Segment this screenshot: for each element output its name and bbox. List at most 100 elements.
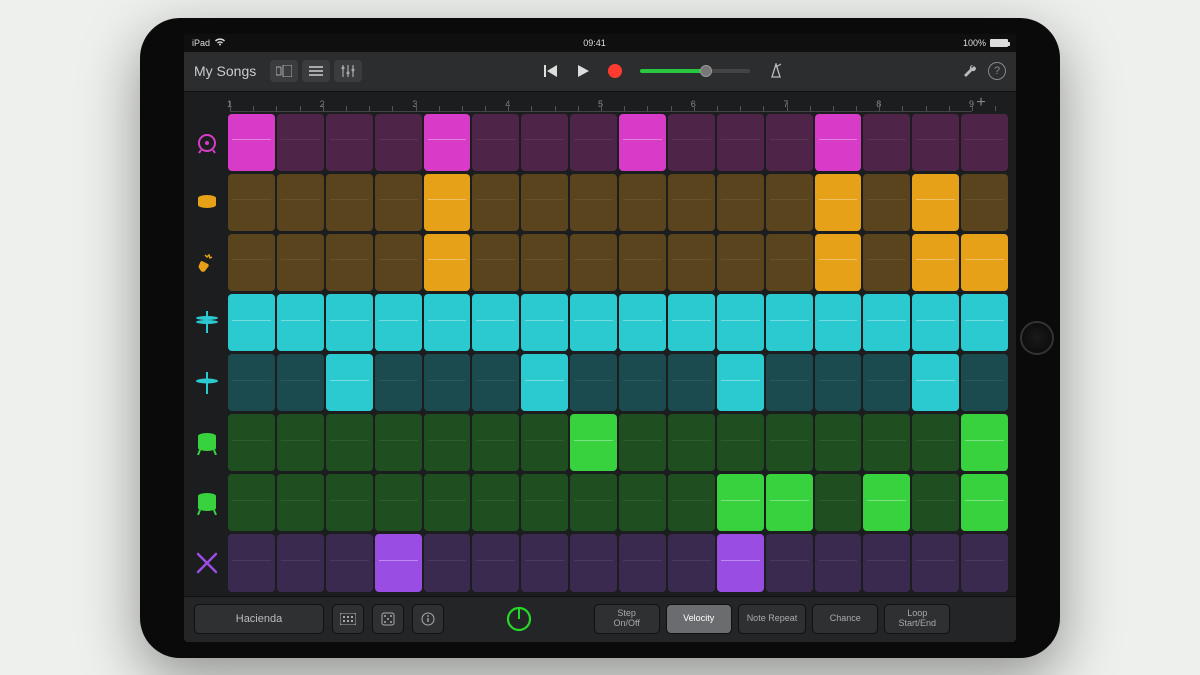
my-songs-button[interactable]: My Songs — [194, 63, 256, 79]
step-cell[interactable] — [863, 474, 910, 531]
step-cell[interactable] — [326, 534, 373, 591]
step-cell[interactable] — [766, 234, 813, 291]
step-cell[interactable] — [277, 234, 324, 291]
step-cell[interactable] — [815, 174, 862, 231]
mode-chance-button[interactable]: Chance — [812, 604, 878, 634]
mixer-button[interactable] — [334, 60, 362, 82]
step-cell[interactable] — [424, 294, 471, 351]
step-cell[interactable] — [668, 174, 715, 231]
step-cell[interactable] — [863, 114, 910, 171]
step-cell[interactable] — [424, 414, 471, 471]
step-cell[interactable] — [375, 414, 422, 471]
power-button[interactable] — [502, 602, 536, 636]
step-cell[interactable] — [424, 234, 471, 291]
step-cell[interactable] — [961, 414, 1008, 471]
step-cell[interactable] — [766, 174, 813, 231]
info-button[interactable] — [412, 604, 444, 634]
step-cell[interactable] — [668, 534, 715, 591]
step-cell[interactable] — [570, 354, 617, 411]
step-cell[interactable] — [619, 174, 666, 231]
mode-step-button[interactable]: StepOn/Off — [594, 604, 660, 634]
step-cell[interactable] — [619, 354, 666, 411]
step-cell[interactable] — [228, 354, 275, 411]
step-cell[interactable] — [815, 534, 862, 591]
step-cell[interactable] — [766, 414, 813, 471]
openhat-icon[interactable] — [188, 354, 226, 411]
sticks-icon[interactable] — [188, 534, 226, 591]
step-cell[interactable] — [619, 114, 666, 171]
step-cell[interactable] — [912, 294, 959, 351]
step-cell[interactable] — [277, 474, 324, 531]
step-cell[interactable] — [912, 474, 959, 531]
step-cell[interactable] — [326, 174, 373, 231]
step-cell[interactable] — [815, 474, 862, 531]
step-cell[interactable] — [521, 534, 568, 591]
master-volume-slider[interactable] — [640, 69, 750, 73]
step-cell[interactable] — [375, 294, 422, 351]
step-cell[interactable] — [717, 114, 764, 171]
tom2-icon[interactable] — [188, 474, 226, 531]
step-cell[interactable] — [326, 114, 373, 171]
step-cell[interactable] — [717, 414, 764, 471]
step-cell[interactable] — [228, 294, 275, 351]
step-cell[interactable] — [619, 534, 666, 591]
step-cell[interactable] — [863, 354, 910, 411]
step-cell[interactable] — [277, 414, 324, 471]
step-cell[interactable] — [326, 234, 373, 291]
step-cell[interactable] — [521, 174, 568, 231]
settings-button[interactable] — [962, 63, 978, 79]
step-cell[interactable] — [472, 174, 519, 231]
step-cell[interactable] — [424, 474, 471, 531]
step-cell[interactable] — [472, 474, 519, 531]
step-cell[interactable] — [863, 174, 910, 231]
step-cell[interactable] — [863, 234, 910, 291]
step-cell[interactable] — [961, 534, 1008, 591]
play-button[interactable] — [576, 64, 590, 78]
step-cell[interactable] — [472, 114, 519, 171]
step-cell[interactable] — [961, 354, 1008, 411]
step-cell[interactable] — [961, 474, 1008, 531]
step-cell[interactable] — [766, 474, 813, 531]
step-cell[interactable] — [668, 414, 715, 471]
step-cell[interactable] — [961, 174, 1008, 231]
step-cell[interactable] — [570, 294, 617, 351]
step-cell[interactable] — [717, 474, 764, 531]
step-cell[interactable] — [863, 414, 910, 471]
step-cell[interactable] — [815, 234, 862, 291]
randomize-button[interactable] — [372, 604, 404, 634]
step-cell[interactable] — [668, 294, 715, 351]
step-cell[interactable] — [668, 354, 715, 411]
step-cell[interactable] — [472, 414, 519, 471]
step-cell[interactable] — [521, 474, 568, 531]
step-cell[interactable] — [668, 474, 715, 531]
step-cell[interactable] — [717, 294, 764, 351]
step-cell[interactable] — [521, 114, 568, 171]
step-cell[interactable] — [228, 114, 275, 171]
step-cell[interactable] — [375, 174, 422, 231]
step-cell[interactable] — [815, 354, 862, 411]
step-cell[interactable] — [619, 414, 666, 471]
step-cell[interactable] — [912, 234, 959, 291]
step-cell[interactable] — [326, 354, 373, 411]
mode-note-repeat-button[interactable]: Note Repeat — [738, 604, 807, 634]
step-cell[interactable] — [619, 234, 666, 291]
step-cell[interactable] — [619, 474, 666, 531]
step-cell[interactable] — [570, 534, 617, 591]
step-cell[interactable] — [570, 414, 617, 471]
step-cell[interactable] — [424, 534, 471, 591]
step-cell[interactable] — [228, 174, 275, 231]
step-cell[interactable] — [521, 294, 568, 351]
step-cell[interactable] — [228, 534, 275, 591]
step-cell[interactable] — [326, 414, 373, 471]
step-cell[interactable] — [424, 174, 471, 231]
step-cell[interactable] — [228, 234, 275, 291]
clap-icon[interactable] — [188, 234, 226, 291]
help-button[interactable]: ? — [988, 62, 1006, 80]
tom-icon[interactable] — [188, 414, 226, 471]
skip-back-button[interactable] — [544, 64, 558, 78]
preset-selector[interactable]: Hacienda — [194, 604, 324, 634]
step-cell[interactable] — [717, 534, 764, 591]
step-cell[interactable] — [570, 234, 617, 291]
step-cell[interactable] — [570, 114, 617, 171]
metronome-button[interactable] — [768, 63, 784, 79]
